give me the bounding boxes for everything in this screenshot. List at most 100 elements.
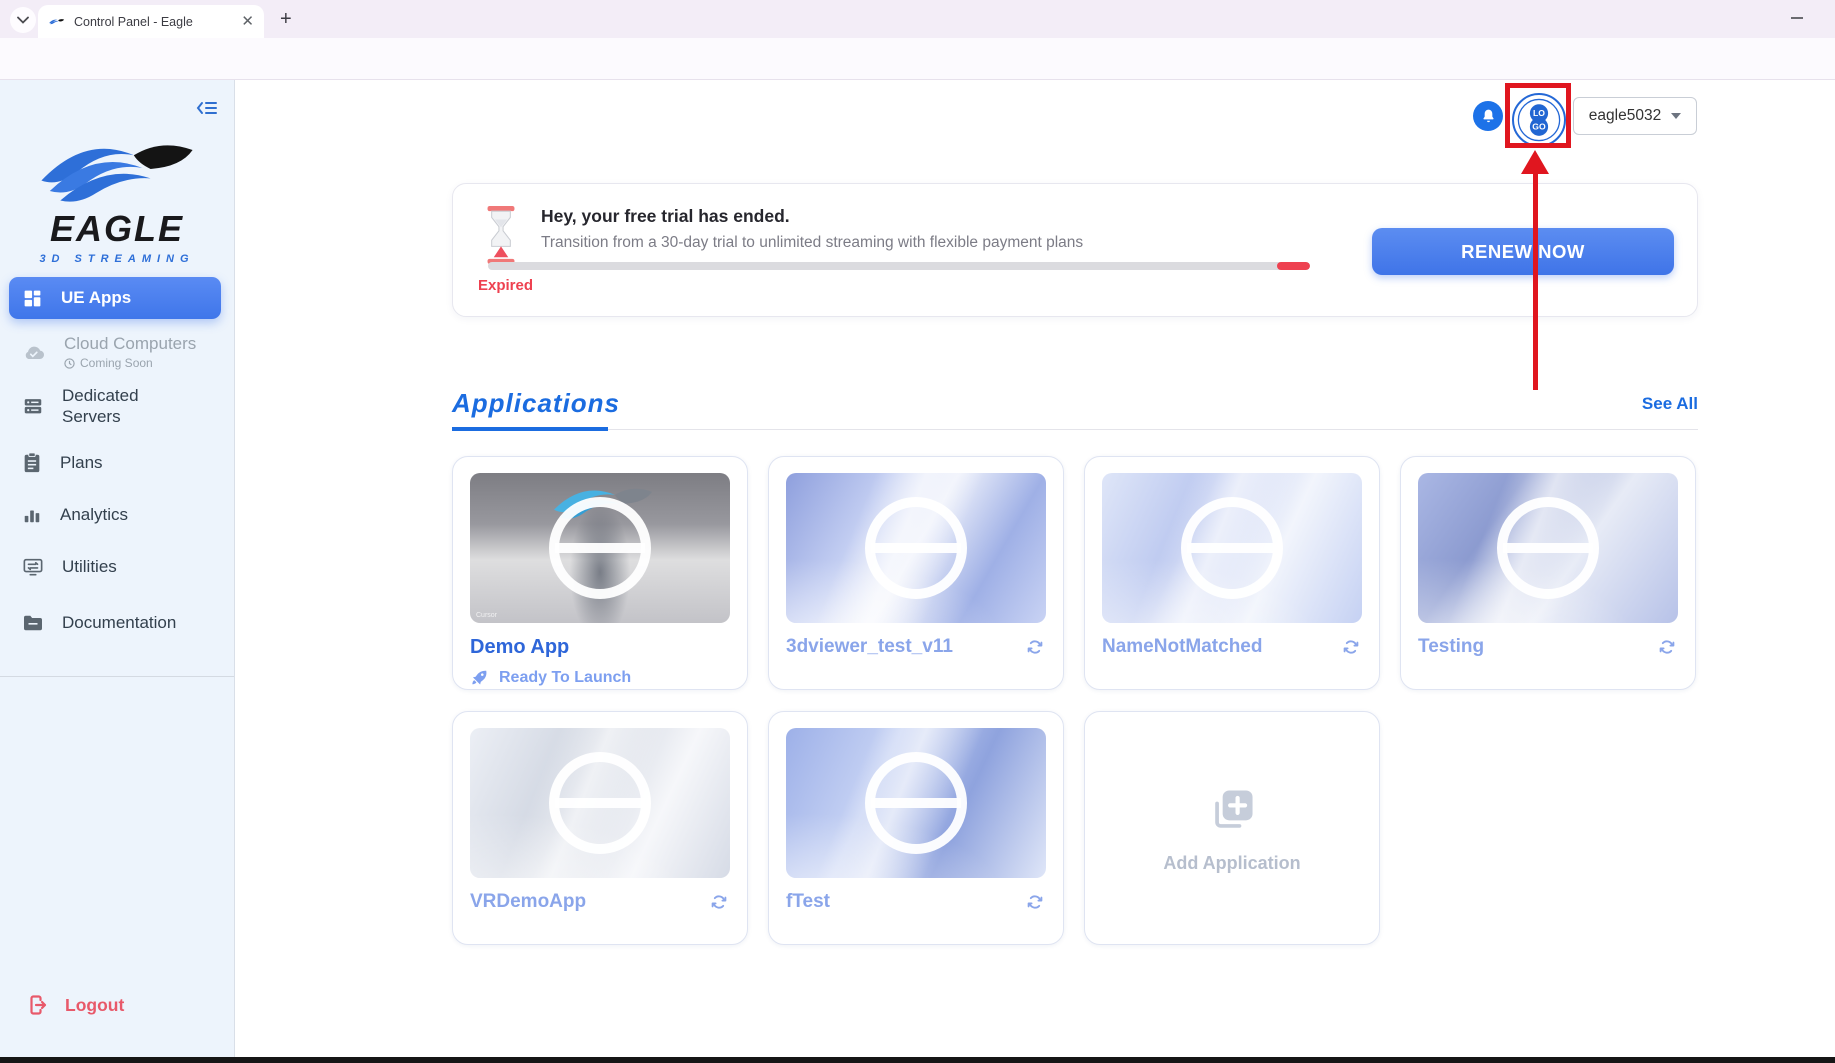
logout-icon xyxy=(26,993,50,1017)
thumbnail-watermark: Cursor xyxy=(476,612,497,619)
chevron-down-icon xyxy=(1671,113,1681,119)
trial-progress-remaining xyxy=(1277,262,1310,270)
clipboard-icon xyxy=(22,452,42,474)
browser-toolbar: newcontrolpanel.eagle3dstreaming.com xyxy=(0,38,1835,80)
app-name: fTest xyxy=(786,891,830,913)
app-card-ftest[interactable]: fTest xyxy=(768,711,1064,945)
no-entry-icon xyxy=(1181,497,1283,599)
applications-title-underline xyxy=(452,427,608,431)
annotation-arrow-line xyxy=(1533,172,1538,390)
trial-status-label: Expired xyxy=(478,277,533,294)
sidebar-item-label: Plans xyxy=(60,452,190,473)
clock-icon xyxy=(64,358,75,369)
app-status-label: Ready To Launch xyxy=(499,669,631,687)
app-card-testing[interactable]: Testing xyxy=(1400,456,1696,690)
trial-progress-track xyxy=(488,262,1310,270)
app-thumbnail: Cursor xyxy=(470,473,730,623)
sidebar-item-cloud-computers: Cloud Computers Coming Soon xyxy=(0,333,234,370)
sidebar-item-label: Dedicated Servers xyxy=(62,385,192,428)
sidebar-item-label: UE Apps xyxy=(61,287,191,308)
chevron-down-icon xyxy=(17,16,29,24)
sidebar-item-dedicated-servers[interactable]: Dedicated Servers xyxy=(0,385,234,428)
tab-title: Control Panel - Eagle xyxy=(74,15,232,29)
browser-tabstrip: Control Panel - Eagle ✕ + xyxy=(0,0,1835,38)
add-application-card[interactable]: Add Application xyxy=(1084,711,1380,945)
no-entry-icon xyxy=(865,497,967,599)
hourglass-icon xyxy=(486,206,516,264)
logout-label: Logout xyxy=(65,995,124,1016)
sidebar-collapse-icon[interactable] xyxy=(196,100,218,116)
app-thumbnail xyxy=(786,728,1046,878)
annotation-arrow-head xyxy=(1521,150,1549,174)
tab-search-button[interactable] xyxy=(10,7,36,33)
eagle-logo-icon xyxy=(33,128,201,212)
bar-chart-icon xyxy=(22,505,42,525)
folder-icon xyxy=(22,614,44,632)
no-entry-icon xyxy=(549,497,651,599)
add-application-icon xyxy=(1204,783,1260,839)
main-content: LO GO eagle5032 Hey, your free trial has… xyxy=(235,80,1835,1057)
refresh-icon[interactable] xyxy=(1340,636,1362,658)
sidebar-item-documentation[interactable]: Documentation xyxy=(0,612,234,633)
new-tab-button[interactable]: + xyxy=(280,8,292,31)
trial-banner: Hey, your free trial has ended. Transiti… xyxy=(452,183,1698,317)
sidebar-item-label: Documentation xyxy=(62,612,192,633)
annotation-highlight-box xyxy=(1505,83,1571,148)
eagle-favicon xyxy=(48,15,65,28)
notifications-bell-icon[interactable] xyxy=(1473,101,1503,131)
window-minimize-icon[interactable] xyxy=(1791,17,1803,19)
app-name: VRDemoApp xyxy=(470,891,586,913)
no-entry-icon xyxy=(549,752,651,854)
brand-logo: EAGLE 3D STREAMING xyxy=(0,128,234,265)
sidebar-item-utilities[interactable]: Utilities xyxy=(0,556,234,577)
sidebar: EAGLE 3D STREAMING UE Apps Cloud Compute… xyxy=(0,80,235,1057)
brand-name: EAGLE xyxy=(0,208,234,250)
app-name: Testing xyxy=(1418,636,1484,658)
refresh-icon[interactable] xyxy=(1024,636,1046,658)
app-name: 3dviewer_test_v11 xyxy=(786,636,953,658)
banner-title: Hey, your free trial has ended. xyxy=(541,206,790,227)
window-bottom-edge xyxy=(0,1057,1835,1063)
app-status-row: Ready To Launch xyxy=(470,668,730,687)
account-dropdown[interactable]: eagle5032 xyxy=(1573,97,1697,135)
grid-icon xyxy=(22,288,43,309)
server-icon xyxy=(22,395,44,417)
add-application-label: Add Application xyxy=(1163,853,1300,874)
renew-now-button[interactable]: RENEW NOW xyxy=(1372,228,1674,275)
app-card-demo-app[interactable]: Cursor Demo App Ready To Launch xyxy=(452,456,748,690)
refresh-icon[interactable] xyxy=(1656,636,1678,658)
no-entry-icon xyxy=(865,752,967,854)
sidebar-item-ue-apps[interactable]: UE Apps xyxy=(9,277,221,319)
applications-title: Applications xyxy=(452,388,620,419)
app-card-namenotmatched[interactable]: NameNotMatched xyxy=(1084,456,1380,690)
sidebar-item-plans[interactable]: Plans xyxy=(0,452,234,474)
rocket-icon xyxy=(470,668,489,687)
sidebar-divider xyxy=(0,676,234,677)
see-all-link[interactable]: See All xyxy=(1642,394,1698,414)
brand-tagline: 3D STREAMING xyxy=(0,253,234,265)
app-thumbnail xyxy=(1418,473,1678,623)
applications-grid: Cursor Demo App Ready To Launch 3d xyxy=(452,456,1696,945)
app-card-3dviewer[interactable]: 3dviewer_test_v11 xyxy=(768,456,1064,690)
sidebar-item-label: Cloud Computers xyxy=(64,334,196,353)
app-card-vrdemoapp[interactable]: VRDemoApp xyxy=(452,711,748,945)
monitor-transfer-icon xyxy=(22,557,44,577)
logout-button[interactable]: Logout xyxy=(26,993,124,1017)
browser-tab[interactable]: Control Panel - Eagle ✕ xyxy=(38,5,264,38)
applications-header: Applications See All xyxy=(452,388,1698,430)
sidebar-item-analytics[interactable]: Analytics xyxy=(0,504,234,525)
banner-subtitle: Transition from a 30-day trial to unlimi… xyxy=(541,234,1083,252)
cloud-icon xyxy=(22,342,46,362)
refresh-icon[interactable] xyxy=(708,891,730,913)
app-thumbnail xyxy=(786,473,1046,623)
sidebar-item-sublabel: Coming Soon xyxy=(80,356,153,370)
tab-close-icon[interactable]: ✕ xyxy=(241,14,254,29)
sidebar-item-label: Analytics xyxy=(60,504,190,525)
account-name: eagle5032 xyxy=(1589,107,1661,125)
sidebar-item-label: Utilities xyxy=(62,556,192,577)
app-thumbnail xyxy=(1102,473,1362,623)
app-name: Demo App xyxy=(470,636,569,659)
app-thumbnail xyxy=(470,728,730,878)
refresh-icon[interactable] xyxy=(1024,891,1046,913)
app-name: NameNotMatched xyxy=(1102,636,1262,658)
